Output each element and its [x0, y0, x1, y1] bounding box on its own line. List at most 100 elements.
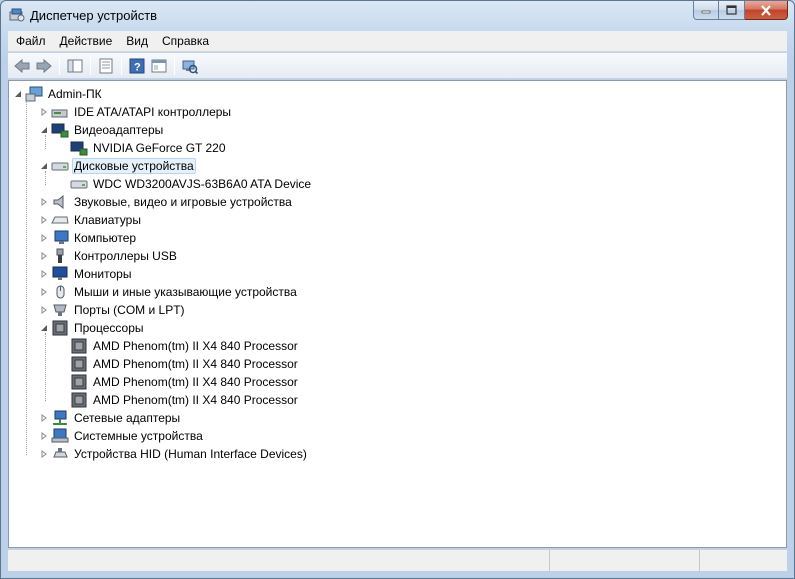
disk-drive-icon	[70, 176, 88, 192]
expand-arrow-icon[interactable]	[39, 409, 49, 427]
status-pane-main	[8, 550, 550, 572]
tree-node-label: AMD Phenom(tm) II X4 840 Processor	[93, 339, 298, 353]
processor-icon	[51, 320, 69, 336]
collapse-arrow-icon[interactable]	[39, 121, 49, 139]
close-icon	[761, 4, 771, 16]
computer-icon	[25, 86, 43, 102]
display-adapter-icon	[70, 140, 88, 156]
expand-arrow-icon[interactable]	[39, 211, 49, 229]
forward-icon	[36, 58, 52, 73]
tree-node-label: AMD Phenom(tm) II X4 840 Processor	[93, 393, 298, 407]
tree-guide-line	[45, 333, 46, 401]
window-controls	[693, 1, 788, 21]
maximize-icon	[726, 5, 737, 15]
minimize-icon	[701, 10, 711, 14]
menu-action[interactable]: Действие	[54, 31, 119, 51]
scan-hardware-button[interactable]	[179, 55, 201, 77]
tree-node-label: Контроллеры USB	[74, 249, 177, 263]
tree-root[interactable]: Admin-ПК	[13, 85, 104, 103]
help-button[interactable]: ?	[126, 55, 148, 77]
mouse-icon	[51, 284, 69, 300]
expand-arrow-icon[interactable]	[39, 445, 49, 463]
menu-file[interactable]: Файл	[10, 31, 52, 51]
tree-node-label: Порты (COM и LPT)	[74, 303, 185, 317]
tree-node-label: Сетевые адаптеры	[74, 411, 181, 425]
back-button[interactable]	[11, 55, 33, 77]
expand-arrow-icon[interactable]	[39, 103, 49, 121]
device-manager-window: Диспетчер устройств Файл Действие Вид Сп…	[0, 0, 795, 579]
tree-node[interactable]: Порты (COM и LPT)	[39, 301, 187, 319]
network-adapter-icon	[51, 410, 69, 426]
tree-node[interactable]: Устройства HID (Human Interface Devices)	[39, 445, 309, 463]
properties-button[interactable]	[95, 55, 117, 77]
tree-node[interactable]: Компьютер	[39, 229, 138, 247]
tree-node[interactable]: Системные устройства	[39, 427, 205, 445]
maximize-button[interactable]	[719, 1, 745, 20]
tree-node[interactable]: AMD Phenom(tm) II X4 840 Processor	[58, 355, 300, 373]
processor-icon	[70, 356, 88, 372]
disk-drive-icon	[51, 158, 69, 174]
expand-arrow-icon[interactable]	[39, 247, 49, 265]
console-view-button[interactable]	[148, 55, 170, 77]
tree-node[interactable]: Контроллеры USB	[39, 247, 179, 265]
collapse-arrow-icon[interactable]	[13, 85, 23, 103]
status-bar	[8, 549, 787, 572]
hid-icon	[51, 446, 69, 462]
tree-node[interactable]: Мониторы	[39, 265, 133, 283]
tree-node-label: Устройства HID (Human Interface Devices)	[74, 447, 307, 461]
scan-hardware-icon	[182, 60, 198, 74]
forward-button[interactable]	[33, 55, 55, 77]
menu-help[interactable]: Справка	[156, 31, 215, 51]
toolbar: ?	[8, 53, 787, 79]
title-bar[interactable]: Диспетчер устройств	[1, 1, 794, 31]
device-tree[interactable]: Admin-ПК IDE ATA/ATAPI контроллеры Видео…	[8, 80, 787, 548]
toolbar-separator	[121, 56, 122, 75]
minimize-button[interactable]	[693, 1, 719, 20]
back-icon	[14, 58, 30, 73]
show-hide-tree-icon	[67, 59, 83, 72]
expand-arrow-icon[interactable]	[39, 427, 49, 445]
speaker-icon	[51, 194, 69, 210]
collapse-arrow-icon[interactable]	[39, 157, 49, 175]
tree-node[interactable]: AMD Phenom(tm) II X4 840 Processor	[58, 391, 300, 409]
console-view-icon	[151, 59, 167, 72]
collapse-arrow-icon[interactable]	[39, 319, 49, 337]
tree-node-label: Клавиатуры	[74, 213, 141, 227]
ide-controller-icon	[51, 104, 69, 120]
status-pane-tertiary	[700, 550, 787, 572]
menu-view[interactable]: Вид	[120, 31, 154, 51]
expand-arrow-icon[interactable]	[39, 229, 49, 247]
tree-node-label: Мониторы	[74, 267, 132, 281]
tree-guide-line	[26, 99, 27, 455]
toolbar-separator	[174, 56, 175, 75]
tree-node-label: Мыши и иные указывающие устройства	[74, 285, 297, 299]
tree-node[interactable]: AMD Phenom(tm) II X4 840 Processor	[58, 337, 300, 355]
tree-node[interactable]: AMD Phenom(tm) II X4 840 Processor	[58, 373, 300, 391]
tree-node[interactable]: WDC WD3200AVJS-63B6A0 ATA Device	[58, 175, 313, 193]
processor-icon	[70, 338, 88, 354]
expand-arrow-icon[interactable]	[39, 265, 49, 283]
tree-node[interactable]: Звуковые, видео и игровые устройства	[39, 193, 294, 211]
tree-node[interactable]: Дисковые устройства	[39, 157, 196, 175]
tree-node[interactable]: Видеоадаптеры	[39, 121, 165, 139]
expand-arrow-icon[interactable]	[39, 193, 49, 211]
tree-node[interactable]: Мыши и иные указывающие устройства	[39, 283, 299, 301]
show-hide-tree-button[interactable]	[64, 55, 86, 77]
menu-bar: Файл Действие Вид Справка	[8, 31, 787, 52]
usb-icon	[51, 248, 69, 264]
close-button[interactable]	[745, 1, 788, 20]
tree-node[interactable]: Процессоры	[39, 319, 146, 337]
tree-node-label: AMD Phenom(tm) II X4 840 Processor	[93, 357, 298, 371]
help-icon: ?	[129, 58, 145, 73]
tree-node-label: AMD Phenom(tm) II X4 840 Processor	[93, 375, 298, 389]
tree-node[interactable]: Клавиатуры	[39, 211, 143, 229]
tree-node-label: Компьютер	[74, 231, 137, 245]
tree-node[interactable]: NVIDIA GeForce GT 220	[58, 139, 228, 157]
expand-arrow-icon[interactable]	[39, 301, 49, 319]
expand-arrow-icon[interactable]	[39, 283, 49, 301]
tree-node[interactable]: IDE ATA/ATAPI контроллеры	[39, 103, 233, 121]
tree-node[interactable]: Сетевые адаптеры	[39, 409, 182, 427]
computer-icon	[51, 230, 69, 246]
tree-node-label-selected: Дисковые устройства	[72, 158, 196, 174]
properties-icon	[99, 58, 113, 73]
